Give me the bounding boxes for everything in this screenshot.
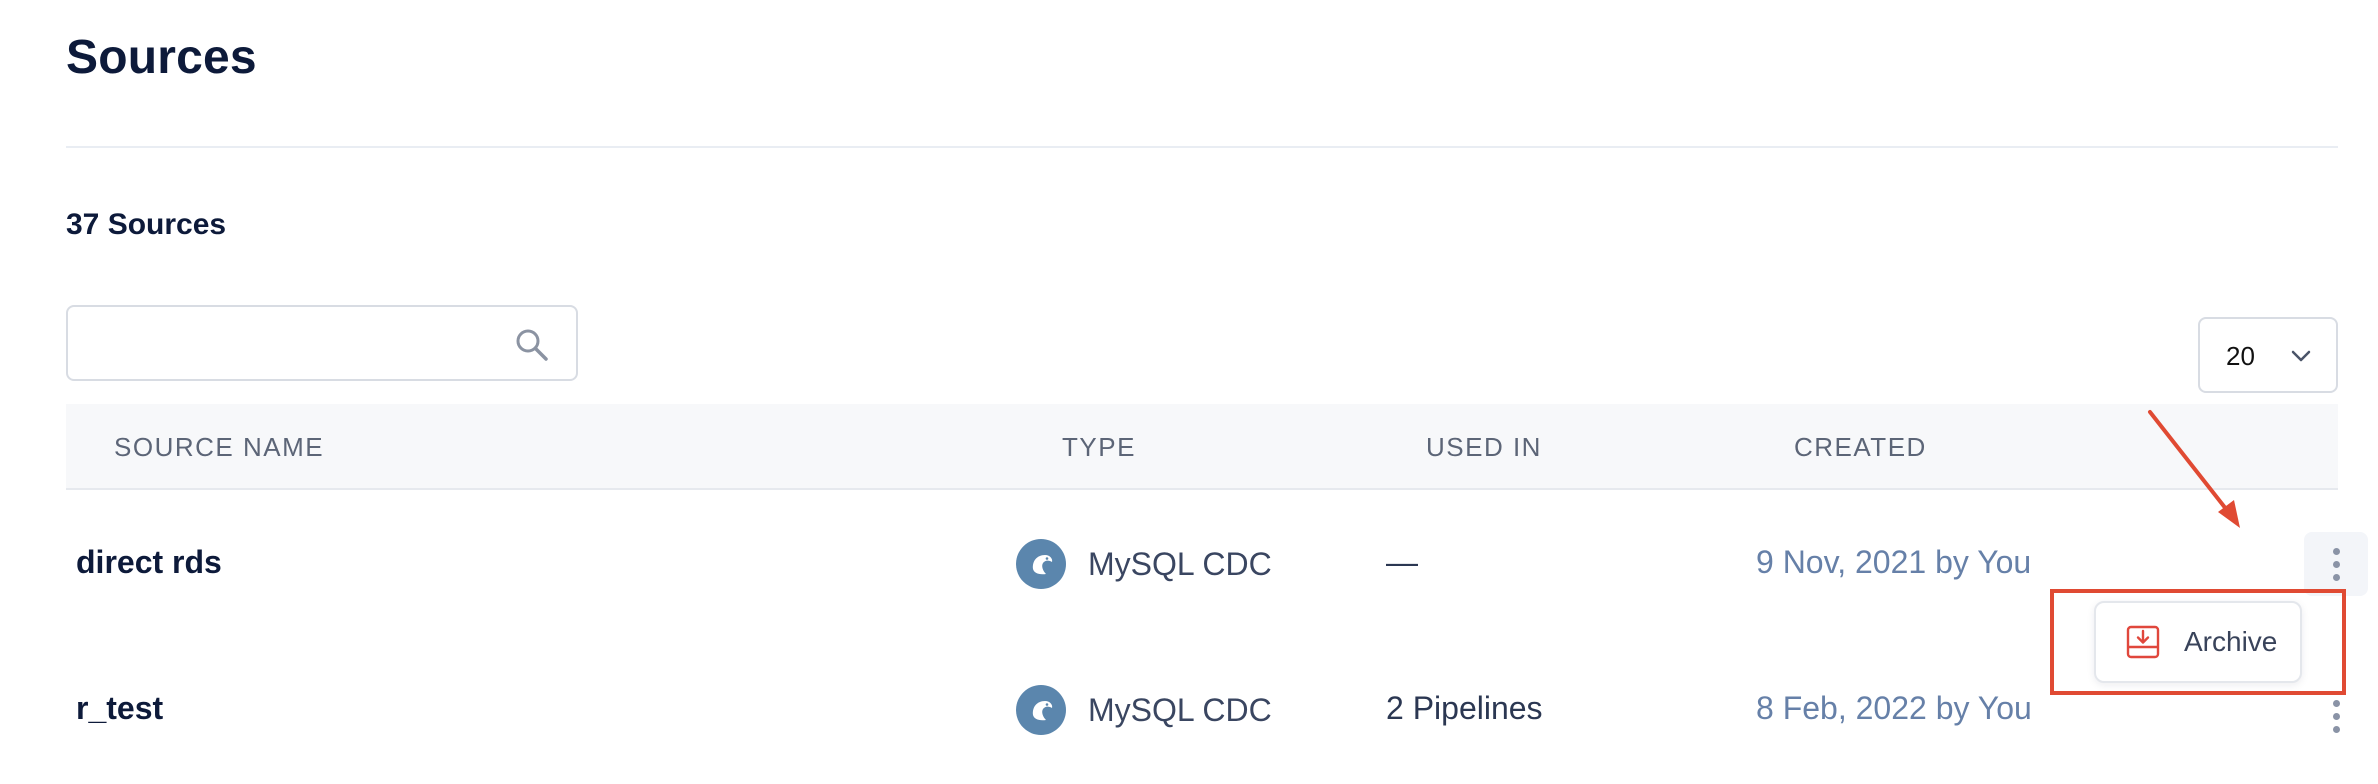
created-info: 8 Feb, 2022 by You bbox=[1756, 690, 2032, 726]
source-type: MySQL CDC bbox=[1016, 539, 1272, 589]
header-type[interactable]: TYPE bbox=[1062, 432, 1136, 463]
source-name[interactable]: direct rds bbox=[76, 544, 222, 581]
source-type: MySQL CDC bbox=[1016, 685, 1272, 735]
header-divider bbox=[66, 146, 2338, 148]
page-size-select[interactable]: 20 bbox=[2198, 317, 2338, 393]
used-in: 2 Pipelines bbox=[1386, 690, 1543, 726]
page-title: Sources bbox=[66, 31, 257, 84]
header-created[interactable]: CREATED bbox=[1794, 432, 1927, 463]
source-name[interactable]: r_test bbox=[76, 690, 163, 727]
table-header: SOURCE NAME TYPE USED IN CREATED bbox=[66, 404, 2338, 490]
mysql-dolphin-icon bbox=[1016, 685, 1066, 735]
annotation-highlight-box bbox=[2050, 589, 2346, 695]
page-size-value: 20 bbox=[2226, 341, 2255, 371]
kebab-dot bbox=[2332, 547, 2340, 555]
search-input[interactable] bbox=[68, 307, 508, 379]
created-info: 9 Nov, 2021 by You bbox=[1756, 544, 2032, 580]
kebab-dot bbox=[2332, 712, 2340, 720]
annotation-arrow-icon bbox=[2148, 410, 2240, 528]
header-source-name[interactable]: SOURCE NAME bbox=[114, 432, 324, 463]
kebab-dot bbox=[2332, 699, 2340, 707]
table-row[interactable]: direct rds MySQL CDC — 9 Nov, 2021 by Yo… bbox=[66, 500, 2368, 630]
kebab-dot bbox=[2332, 560, 2340, 568]
source-type-label: MySQL CDC bbox=[1088, 691, 1272, 728]
mysql-dolphin-icon bbox=[1016, 539, 1066, 589]
chevron-down-icon bbox=[2291, 350, 2311, 362]
kebab-dot bbox=[2332, 725, 2340, 733]
used-in: — bbox=[1386, 544, 1418, 580]
table-row[interactable]: r_test MySQL CDC 2 Pipelines 8 Feb, 2022… bbox=[66, 646, 2340, 776]
header-used-in[interactable]: USED IN bbox=[1426, 432, 1542, 463]
source-type-label: MySQL CDC bbox=[1088, 545, 1272, 582]
search-icon[interactable] bbox=[514, 327, 550, 363]
search-box[interactable] bbox=[66, 305, 578, 381]
kebab-dot bbox=[2332, 573, 2340, 581]
sources-count: 37 Sources bbox=[66, 208, 227, 241]
row-actions-button[interactable] bbox=[2304, 532, 2368, 596]
